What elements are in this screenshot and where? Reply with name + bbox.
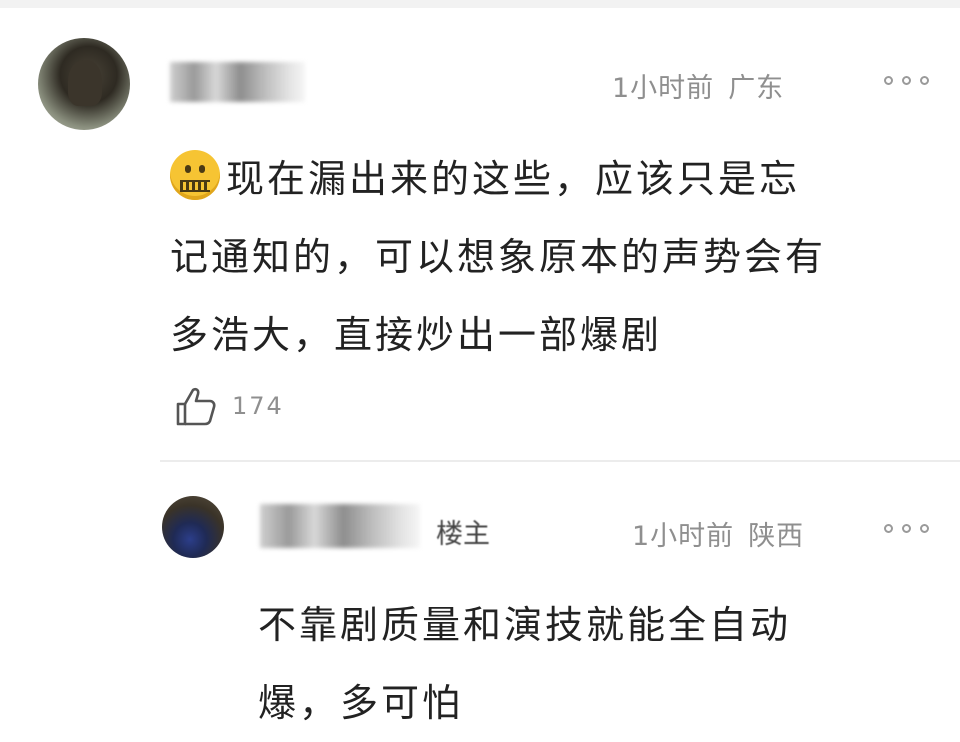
- avatar[interactable]: [38, 38, 130, 130]
- comment-line-2: 记通知的，可以想象原本的声势会有: [170, 235, 827, 279]
- comment-location: 陕西: [748, 521, 805, 552]
- avatar[interactable]: [162, 496, 224, 558]
- reply-line-1: 不靠剧质量和演技就能全自动: [258, 603, 792, 647]
- more-icon[interactable]: [884, 524, 929, 533]
- comment-item: 1小时前 广东 现在漏出来的这些，应该只是忘 记通知的，可以想象原本的声势会有 多…: [0, 8, 960, 460]
- comment-text: 现在漏出来的这些，应该只是忘 记通知的，可以想象原本的声势会有 多浩大，直接炒出…: [170, 140, 930, 374]
- username-redacted[interactable]: [260, 504, 420, 548]
- like-icon: [176, 387, 216, 426]
- comment-time: 1小时前: [632, 521, 735, 552]
- like-count: 174: [232, 392, 284, 420]
- comment-location: 广东: [728, 73, 785, 104]
- comment-meta: 1小时前 陕西: [632, 514, 804, 553]
- zipper-mouth-emoji-icon: [170, 150, 220, 200]
- comment-time: 1小时前: [612, 73, 715, 104]
- op-badge: 楼主: [436, 519, 490, 550]
- comment-meta: 1小时前 广东: [612, 66, 784, 105]
- more-icon[interactable]: [884, 76, 929, 85]
- like-button[interactable]: 174: [174, 384, 284, 428]
- reply-text: 不靠剧质量和演技就能全自动 爆，多可怕: [258, 586, 898, 742]
- username-redacted[interactable]: [170, 62, 305, 102]
- comment-line-3: 多浩大，直接炒出一部爆剧: [170, 313, 663, 357]
- top-border: [0, 0, 960, 8]
- comment-line-1: 现在漏出来的这些，应该只是忘: [170, 140, 930, 218]
- reply-line-2: 爆，多可怕: [258, 681, 464, 725]
